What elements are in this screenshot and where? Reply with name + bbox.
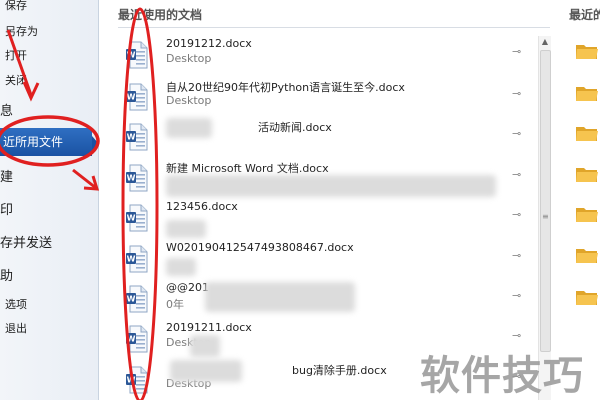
recent-doc-name[interactable]: 123456.docx [166, 200, 238, 213]
nav-active-arrow-icon [92, 136, 99, 152]
word-doc-icon: W [126, 123, 148, 151]
blur-mask [190, 335, 220, 357]
pin-icon[interactable]: ⊸ [512, 87, 521, 100]
blur-mask [166, 175, 496, 197]
backstage-nav: 保存 另存为 打开 关闭 息 近所用文件 建 印 存并发送 助 选项 退出 [0, 0, 99, 400]
nav-print[interactable]: 印 [0, 199, 13, 218]
svg-text:W: W [127, 51, 136, 60]
svg-text:W: W [127, 133, 136, 142]
folder-icon[interactable] [575, 288, 599, 306]
scroll-grip-icon: ≡ [542, 212, 549, 221]
nav-help[interactable]: 助 [0, 265, 13, 284]
nav-save-as[interactable]: 另存为 [5, 23, 38, 39]
recent-doc-row[interactable]: W 自从20世纪90年代初Python语言诞生至今.docx Desktop ⊸ [118, 79, 533, 119]
recent-doc-name[interactable]: 自从20世纪90年代初Python语言诞生至今.docx [166, 79, 405, 95]
nav-recent-active[interactable]: 近所用文件 [0, 128, 92, 156]
svg-text:W: W [127, 295, 136, 304]
scroll-thumb[interactable] [540, 50, 551, 352]
svg-text:W: W [127, 174, 136, 183]
nav-open[interactable]: 打开 [5, 47, 27, 63]
nav-new[interactable]: 建 [0, 166, 13, 185]
word-doc-icon: W [126, 41, 148, 69]
blur-mask [205, 282, 355, 312]
word-doc-icon: W [126, 285, 148, 313]
recent-doc-location: 0年 [166, 298, 184, 311]
folder-icon[interactable] [575, 124, 599, 142]
recent-doc-location: Desktop [166, 52, 212, 65]
blur-mask [166, 220, 206, 238]
svg-text:W: W [127, 93, 136, 102]
svg-text:W: W [127, 376, 136, 385]
nav-close[interactable]: 关闭 [5, 72, 27, 88]
word-doc-icon: W [126, 204, 148, 232]
nav-info[interactable]: 息 [0, 100, 13, 119]
pin-icon[interactable]: ⊸ [512, 249, 521, 262]
pin-icon[interactable]: ⊸ [512, 127, 521, 140]
word-doc-icon: W [126, 325, 148, 353]
folder-icon[interactable] [575, 165, 599, 183]
pin-icon[interactable]: ⊸ [512, 208, 521, 221]
folder-icon[interactable] [575, 42, 599, 60]
folder-icon[interactable] [575, 84, 599, 102]
pin-icon[interactable]: ⊸ [512, 45, 521, 58]
recent-places-title: 最近的位置 [569, 8, 600, 22]
recent-doc-name[interactable]: 20191211.docx [166, 321, 252, 334]
scroll-up-icon[interactable]: ▲ [540, 37, 550, 47]
svg-text:W: W [127, 214, 136, 223]
recent-doc-name[interactable]: W020190412547493808467.docx [166, 241, 354, 254]
svg-text:W: W [127, 335, 136, 344]
recent-doc-row[interactable]: W 20191212.docx Desktop ⊸ [118, 37, 533, 77]
word-doc-icon: W [126, 245, 148, 273]
section-divider [118, 27, 550, 28]
watermark: 软件技巧 [420, 353, 584, 399]
folder-icon[interactable] [575, 246, 599, 264]
pin-icon[interactable]: ⊸ [512, 329, 521, 342]
word-doc-icon: W [126, 366, 148, 394]
recent-doc-name[interactable]: 活动新闻.docx [258, 119, 332, 135]
recent-doc-name[interactable]: bug清除手册.docx [292, 362, 387, 378]
recent-docs-title: 最近使用的文档 [118, 8, 203, 22]
word-doc-icon: W [126, 164, 148, 192]
nav-exit[interactable]: 退出 [5, 320, 27, 336]
recent-doc-name[interactable]: @@201 [166, 281, 209, 294]
recent-doc-name[interactable]: 20191212.docx [166, 37, 252, 50]
pin-icon[interactable]: ⊸ [512, 168, 521, 181]
nav-save-send[interactable]: 存并发送 [0, 232, 52, 251]
recent-doc-name[interactable]: 新建 Microsoft Word 文档.docx [166, 160, 329, 176]
blur-mask [170, 360, 242, 382]
folder-icon[interactable] [575, 205, 599, 223]
svg-text:W: W [127, 255, 136, 264]
recent-doc-location: Desktop [166, 94, 212, 107]
word-doc-icon: W [126, 83, 148, 111]
nav-options[interactable]: 选项 [5, 296, 27, 312]
blur-mask [166, 118, 212, 138]
nav-save[interactable]: 保存 [5, 0, 27, 13]
blur-mask [166, 258, 196, 276]
pin-icon[interactable]: ⊸ [512, 289, 521, 302]
